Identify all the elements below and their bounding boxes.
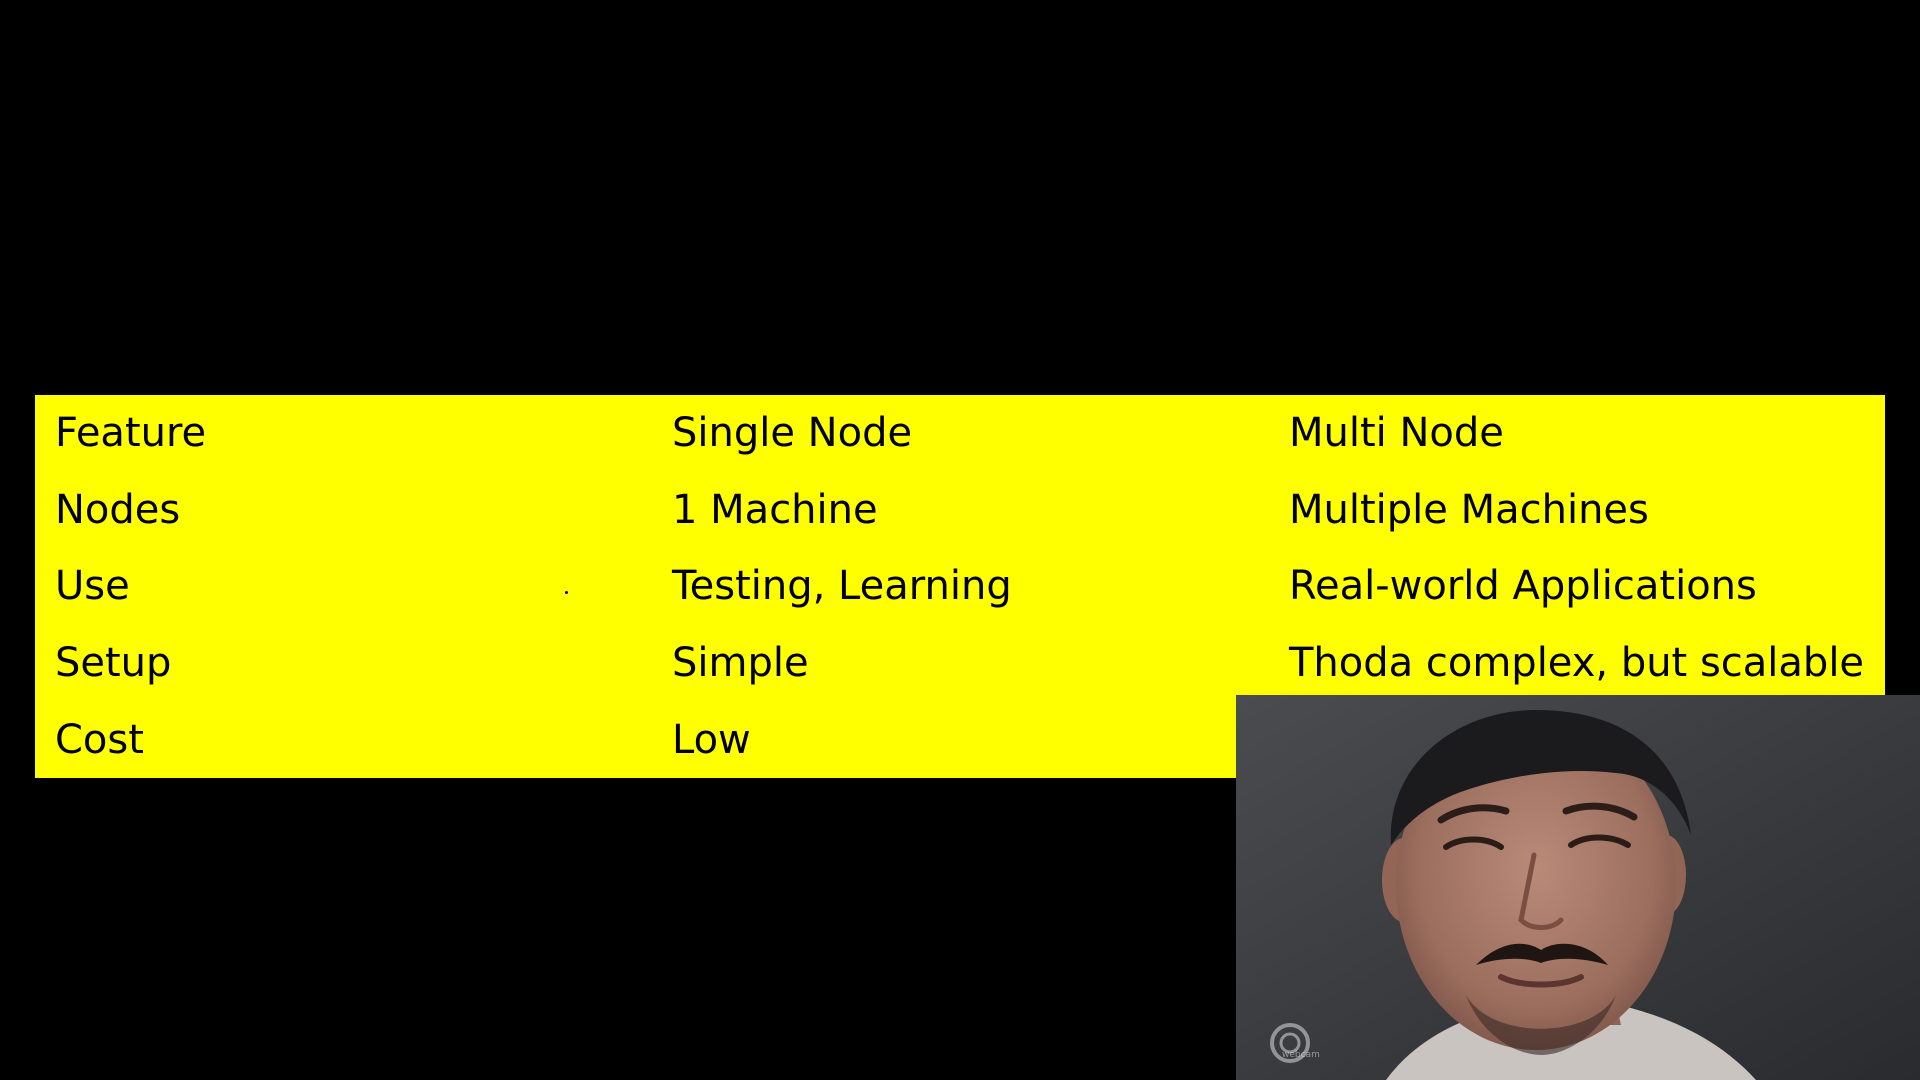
header-cell-feature: Feature [55, 410, 207, 456]
row-label-use: Use [55, 563, 130, 609]
cell-single-node-use: Testing, Learning [672, 563, 1012, 609]
table-row: Nodes 1 Machine Multiple Machines [35, 472, 1885, 549]
webcam-logo-icon [1270, 1023, 1310, 1063]
cell-single-node-nodes: 1 Machine [672, 487, 878, 533]
presenter-video-frame [1236, 695, 1920, 1080]
row-label-cost: Cost [55, 717, 144, 763]
table-row: Use Testing, Learning Real-world Applica… [35, 548, 1885, 625]
cell-multi-node-nodes: Multiple Machines [1289, 487, 1649, 533]
slide-canvas: Feature Single Node Multi Node Nodes 1 M… [0, 0, 1920, 1080]
webcam-brand-label: webcam [1282, 1050, 1320, 1060]
cell-single-node-setup: Simple [672, 640, 809, 686]
row-label-nodes: Nodes [55, 487, 181, 533]
header-cell-multi-node: Multi Node [1289, 410, 1504, 456]
table-row: Setup Simple Thoda complex, but scalable [35, 625, 1885, 702]
cell-multi-node-use: Real-world Applications [1289, 563, 1757, 609]
cell-single-node-cost: Low [672, 717, 751, 763]
row-label-setup: Setup [55, 640, 172, 686]
table-header-row: Feature Single Node Multi Node [35, 395, 1885, 472]
webcam-overlay: webcam [1236, 695, 1920, 1080]
cursor-dot [565, 591, 568, 594]
header-cell-single-node: Single Node [672, 410, 913, 456]
cell-multi-node-setup: Thoda complex, but scalable [1289, 640, 1865, 686]
